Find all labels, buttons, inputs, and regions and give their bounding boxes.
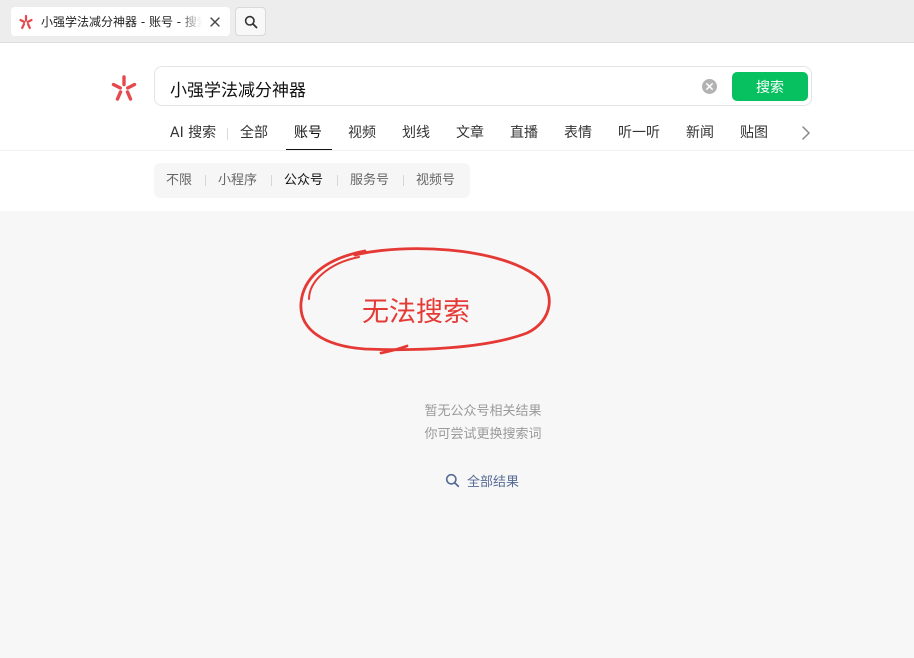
search-input[interactable]: 小强学法减分神器 bbox=[170, 76, 306, 101]
close-icon bbox=[210, 16, 220, 27]
tab-search-button[interactable] bbox=[235, 7, 266, 36]
chevron-right-icon[interactable] bbox=[800, 125, 812, 141]
filter-mini-program[interactable]: 小程序 bbox=[218, 172, 257, 189]
wechat-search-star-icon[interactable] bbox=[110, 74, 138, 102]
browser-tab[interactable]: 小强学法减分神器 - 账号 - 搜索 bbox=[11, 7, 230, 36]
tab-stickers[interactable]: 表情 bbox=[564, 123, 592, 143]
tab-highlights[interactable]: 划线 bbox=[402, 123, 430, 143]
account-type-filter: 不限 小程序 公众号 服务号 视频号 bbox=[154, 163, 470, 198]
annotation-text: 无法搜索 bbox=[362, 297, 470, 328]
tab-articles[interactable]: 文章 bbox=[456, 123, 484, 143]
search-box[interactable]: 小强学法减分神器 搜索 bbox=[154, 66, 812, 106]
filter-official-account[interactable]: 公众号 bbox=[284, 172, 323, 189]
tab-title: 小强学法减分神器 - 账号 - 搜索 bbox=[41, 15, 202, 29]
header-divider bbox=[0, 150, 914, 151]
search-header: 小强学法减分神器 搜索 AI 搜索 全部 账号 视频 划线 文章 直播 表情 听… bbox=[0, 43, 914, 211]
tab-all[interactable]: 全部 bbox=[240, 123, 268, 143]
all-results-link[interactable]: 全部结果 bbox=[445, 470, 519, 490]
empty-state-title: 暂无公众号相关结果 bbox=[424, 404, 542, 419]
tab-news[interactable]: 新闻 bbox=[686, 123, 714, 143]
tab-images[interactable]: 贴图 bbox=[740, 123, 768, 143]
filter-channels[interactable]: 视频号 bbox=[416, 172, 455, 189]
tab-ai-search[interactable]: AI 搜索 bbox=[170, 123, 216, 143]
filter-separator bbox=[205, 175, 206, 186]
search-icon bbox=[244, 15, 257, 28]
empty-state-hint: 你可尝试更换搜索词 bbox=[424, 427, 542, 442]
filter-separator bbox=[337, 175, 338, 186]
filter-separator bbox=[403, 175, 404, 186]
filter-separator bbox=[271, 175, 272, 186]
wechat-search-star-icon bbox=[19, 14, 33, 29]
search-button[interactable]: 搜索 bbox=[732, 72, 808, 101]
filter-service-account[interactable]: 服务号 bbox=[350, 172, 389, 189]
tabs-fade bbox=[790, 121, 800, 145]
browser-tab-strip: 小强学法减分神器 - 账号 - 搜索 bbox=[0, 0, 914, 43]
filter-unlimited[interactable]: 不限 bbox=[166, 172, 192, 189]
tab-separator bbox=[227, 128, 228, 140]
search-icon bbox=[445, 473, 460, 487]
all-results-label: 全部结果 bbox=[467, 474, 520, 490]
clear-circle-icon[interactable] bbox=[701, 78, 718, 95]
tab-listen[interactable]: 听一听 bbox=[618, 123, 660, 143]
tab-live[interactable]: 直播 bbox=[510, 123, 538, 143]
tab-accounts[interactable]: 账号 bbox=[294, 123, 322, 143]
tab-close-button[interactable] bbox=[206, 13, 224, 31]
tab-videos[interactable]: 视频 bbox=[348, 123, 376, 143]
